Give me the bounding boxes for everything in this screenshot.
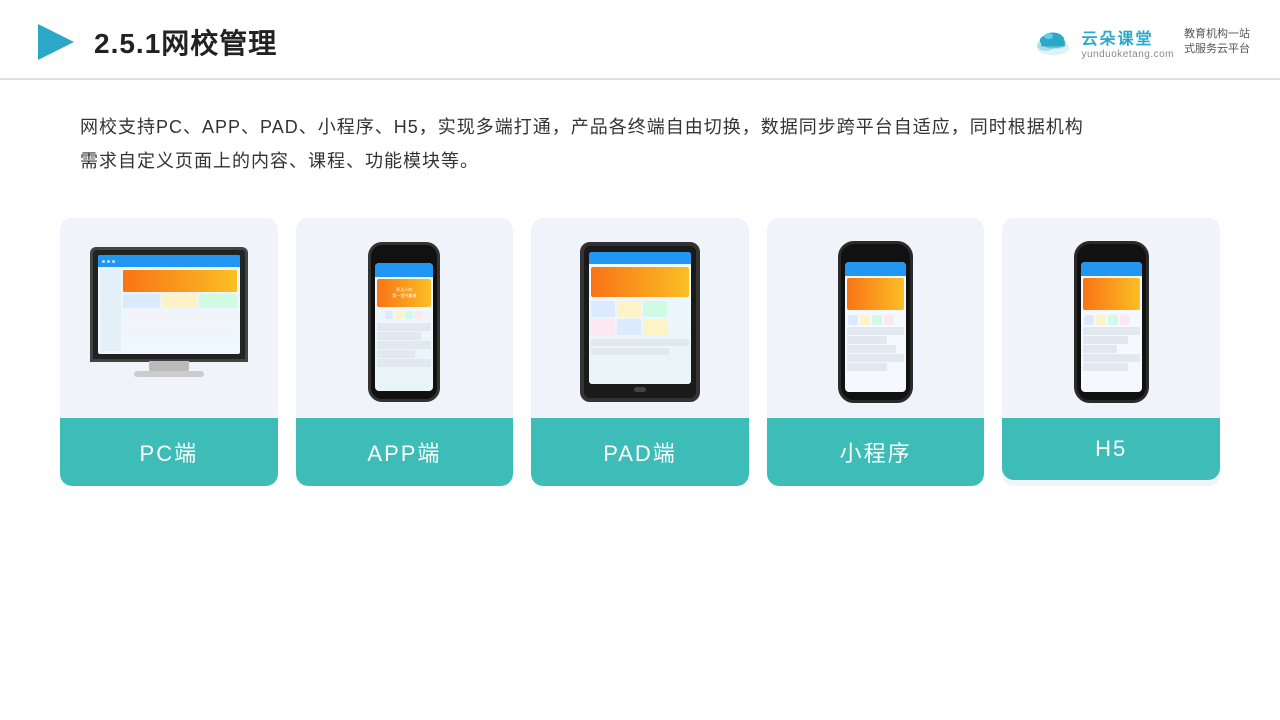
brand-name: 云朵课堂 <box>1081 25 1153 49</box>
card-mini-label: 小程序 <box>767 418 985 486</box>
card-pad: PAD端 <box>531 218 749 486</box>
brand-tagline: 教育机构一站 式服务云平台 <box>1184 27 1250 58</box>
logo-arrow-icon <box>30 18 78 66</box>
card-app-label: APP端 <box>296 418 514 486</box>
mini-phone-device <box>838 241 913 403</box>
card-pc-image <box>60 218 278 418</box>
card-pc-label: PC端 <box>60 418 278 486</box>
card-app-image: 职达人的第一堂兴趣课 <box>296 218 514 418</box>
description-line2: 需求自定义页面上的内容、课程、功能模块等。 <box>80 144 1200 178</box>
card-mini-image <box>767 218 985 418</box>
phone-device: 职达人的第一堂兴趣课 <box>368 242 440 402</box>
card-h5-image <box>1002 218 1220 418</box>
header-left: 2.5.1网校管理 <box>30 18 277 66</box>
card-pad-label: PAD端 <box>531 418 749 486</box>
page-title: 2.5.1网校管理 <box>94 22 277 62</box>
h5-phone-device <box>1074 241 1149 403</box>
card-h5-label: H5 <box>1002 418 1220 480</box>
card-miniprogram: 小程序 <box>767 218 985 486</box>
brand-logo: 云朵课堂 yunduoketang.com 教育机构一站 式服务云平台 <box>1031 25 1250 60</box>
header: 2.5.1网校管理 云朵课堂 yunduoketang.com 教 <box>0 0 1280 80</box>
cards-row: PC端 职达人的第一堂兴趣课 <box>0 188 1280 486</box>
monitor-device <box>89 247 249 397</box>
card-app: 职达人的第一堂兴趣课 <box>296 218 514 486</box>
description: 网校支持PC、APP、PAD、小程序、H5，实现多端打通，产品各终端自由切换，数… <box>0 80 1280 188</box>
card-pad-image <box>531 218 749 418</box>
brand-url: yunduoketang.com <box>1081 49 1174 60</box>
cloud-icon <box>1031 27 1075 57</box>
description-line1: 网校支持PC、APP、PAD、小程序、H5，实现多端打通，产品各终端自由切换，数… <box>80 110 1200 144</box>
card-pc: PC端 <box>60 218 278 486</box>
tablet-device <box>580 242 700 402</box>
header-right: 云朵课堂 yunduoketang.com 教育机构一站 式服务云平台 <box>1031 25 1250 60</box>
card-h5: H5 <box>1002 218 1220 486</box>
